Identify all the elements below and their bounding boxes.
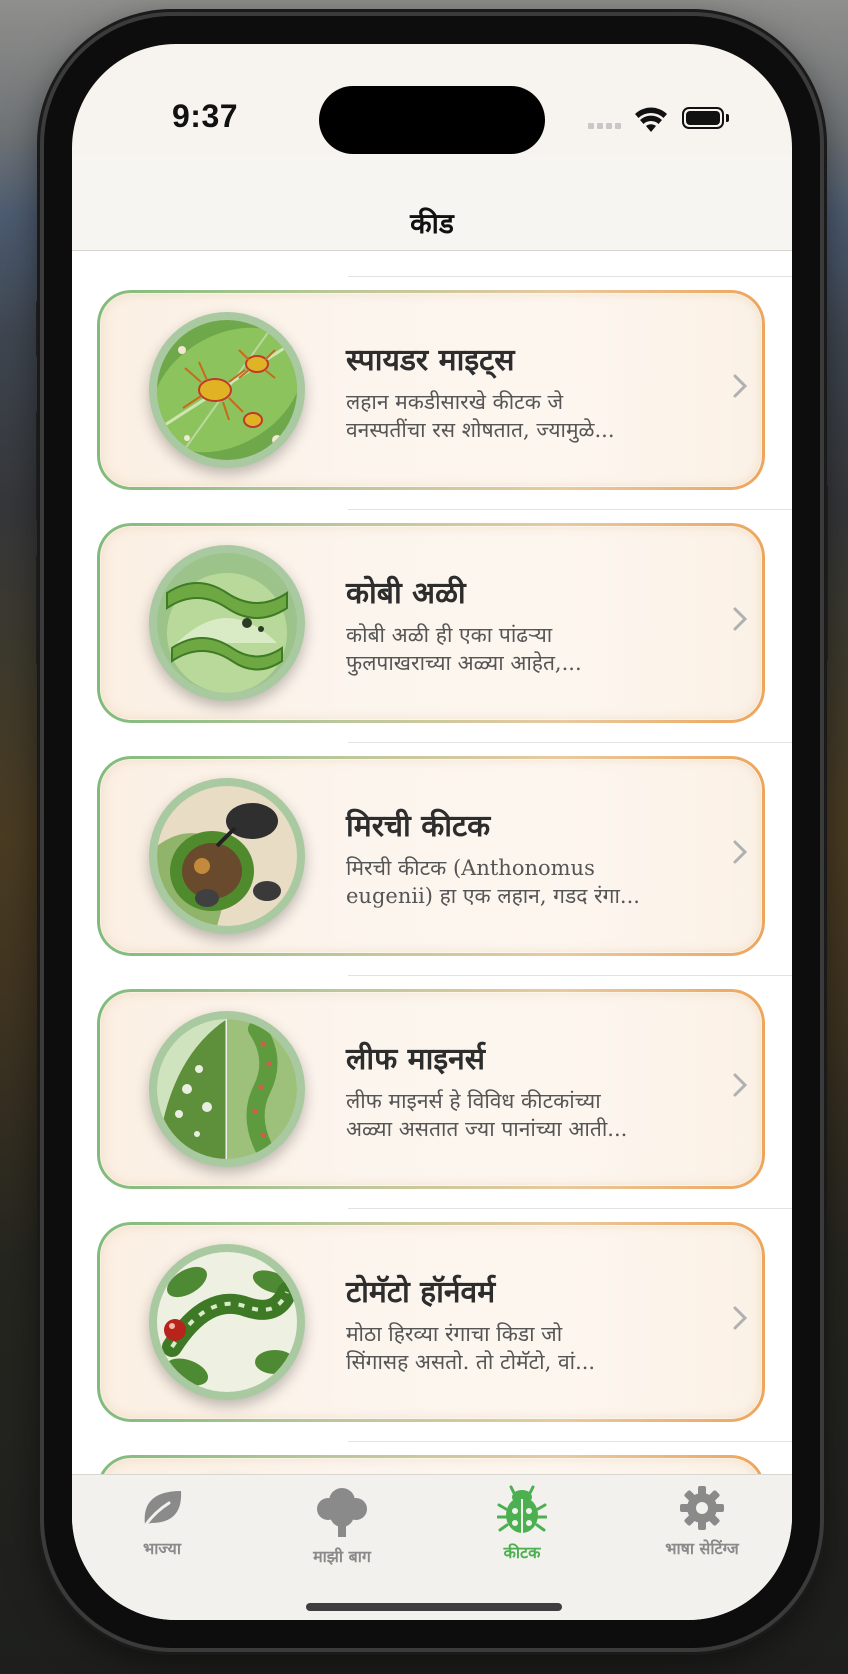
chevron-right-icon: [733, 840, 747, 864]
pest-description-line-1: लीफ माइनर्स हे विविध कीटकांच्या: [346, 1089, 601, 1113]
tab-label: भाज्या: [143, 1539, 181, 1558]
navigation-bar: कीड: [72, 154, 792, 251]
pest-description: मिरची कीटक (Anthonomus eugenii) हा एक लह…: [346, 854, 676, 910]
status-bar: 9:37: [72, 44, 792, 154]
pest-card-leaf-miners[interactable]: लीफ माइनर्स लीफ माइनर्स हे विविध कीटकांच…: [97, 989, 765, 1189]
pest-description-line-2: वनस्पतींचा रस शोषतात, ज्यामुळे...: [346, 418, 615, 442]
dynamic-island: [319, 86, 545, 154]
chevron-right-icon: [733, 374, 747, 398]
pest-card-spider-mites[interactable]: स्पायडर माइट्स लहान मकडीसारखे कीटक जे वन…: [97, 290, 765, 490]
status-time: 9:37: [172, 98, 239, 134]
leaf-icon: [141, 1491, 182, 1531]
tree-icon: [317, 1488, 367, 1537]
row-separator: [348, 742, 792, 743]
phone-frame: 9:37 कीड स्पायडर माइट्स लहान मकडीसारखे क…: [44, 16, 820, 1648]
tab-language-settings[interactable]: भाषा सेटिंग्ज: [612, 1485, 792, 1559]
pest-image-leaf-miners: [149, 1011, 305, 1167]
chevron-right-icon: [733, 1306, 747, 1330]
pest-image-tomato-hornworm: [149, 1244, 305, 1400]
pest-card-tomato-hornworm[interactable]: टोमॅटो हॉर्नवर्म मोठा हिरव्या रंगाचा किड…: [97, 1222, 765, 1422]
pest-image-pepper-weevil: [149, 778, 305, 934]
pest-description-line-2: सिंगासह असतो. तो टोमॅटो, वां...: [346, 1350, 596, 1374]
tab-bar: भाज्या माझी बाग कीटक भाषा सेटिंग्ज: [72, 1474, 792, 1620]
pest-title: लीफ माइनर्स: [346, 1042, 486, 1077]
pest-title: टोमॅटो हॉर्नवर्म: [346, 1275, 496, 1310]
pest-description-line-1: मोठा हिरव्या रंगाचा किडा जो: [346, 1322, 563, 1346]
pest-description: लहान मकडीसारखे कीटक जे वनस्पतींचा रस शोष…: [346, 388, 676, 444]
tab-label: कीटक: [503, 1543, 541, 1562]
pest-title: स्पायडर माइट्स: [346, 343, 515, 378]
pest-description: लीफ माइनर्स हे विविध कीटकांच्या अळ्या अस…: [346, 1087, 676, 1143]
pest-image-cabbage-worm: [149, 545, 305, 701]
cellular-signal-icon: [588, 123, 621, 129]
tab-label: माझी बाग: [313, 1547, 371, 1566]
pest-list[interactable]: स्पायडर माइट्स लहान मकडीसारखे कीटक जे वन…: [72, 251, 792, 1474]
pest-description-line-2: eugenii) हा एक लहान, गडद रंगा...: [346, 884, 640, 908]
chevron-right-icon: [733, 1073, 747, 1097]
tab-my-garden[interactable]: माझी बाग: [252, 1485, 432, 1567]
battery-icon: [682, 107, 724, 129]
row-separator: [348, 975, 792, 976]
chevron-right-icon: [733, 607, 747, 631]
row-separator: [348, 1441, 792, 1442]
tab-pests[interactable]: कीटक: [432, 1485, 612, 1563]
pest-description-line-1: लहान मकडीसारखे कीटक जे: [346, 390, 564, 414]
pest-card-cabbage-worm[interactable]: कोबी अळी कोबी अळी ही एका पांढऱ्या फुलपाख…: [97, 523, 765, 723]
wifi-icon: [635, 107, 667, 132]
battery-tip: [726, 114, 729, 122]
home-indicator[interactable]: [306, 1603, 562, 1611]
pest-card-partial[interactable]: [97, 1455, 765, 1474]
tab-label: भाषा सेटिंग्ज: [665, 1539, 739, 1558]
pest-title: कोबी अळी: [346, 576, 466, 611]
pest-description: कोबी अळी ही एका पांढऱ्या फुलपाखराच्या अळ…: [346, 621, 676, 677]
gear-icon: [680, 1486, 724, 1530]
pest-title: मिरची कीटक: [346, 809, 491, 844]
page-title: कीड: [410, 207, 454, 240]
pest-card-pepper-weevil[interactable]: मिरची कीटक मिरची कीटक (Anthonomus eugeni…: [97, 756, 765, 956]
tab-vegetables[interactable]: भाज्या: [72, 1485, 252, 1559]
row-separator: [348, 509, 792, 510]
app-screen: 9:37 कीड स्पायडर माइट्स लहान मकडीसारखे क…: [72, 44, 792, 1620]
pest-description-line-1: कोबी अळी ही एका पांढऱ्या: [346, 623, 553, 647]
pest-description-line-2: अळ्या असतात ज्या पानांच्या आती...: [346, 1117, 628, 1141]
pest-image-spider-mites: [149, 312, 305, 468]
pest-description: मोठा हिरव्या रंगाचा किडा जो सिंगासह असतो…: [346, 1320, 676, 1376]
row-separator: [348, 1208, 792, 1209]
row-separator: [348, 276, 792, 277]
pest-description-line-1: मिरची कीटक (Anthonomus: [346, 856, 595, 880]
pest-description-line-2: फुलपाखराच्या अळ्या आहेत,...: [346, 651, 582, 675]
ladybug-icon: [496, 1485, 548, 1533]
